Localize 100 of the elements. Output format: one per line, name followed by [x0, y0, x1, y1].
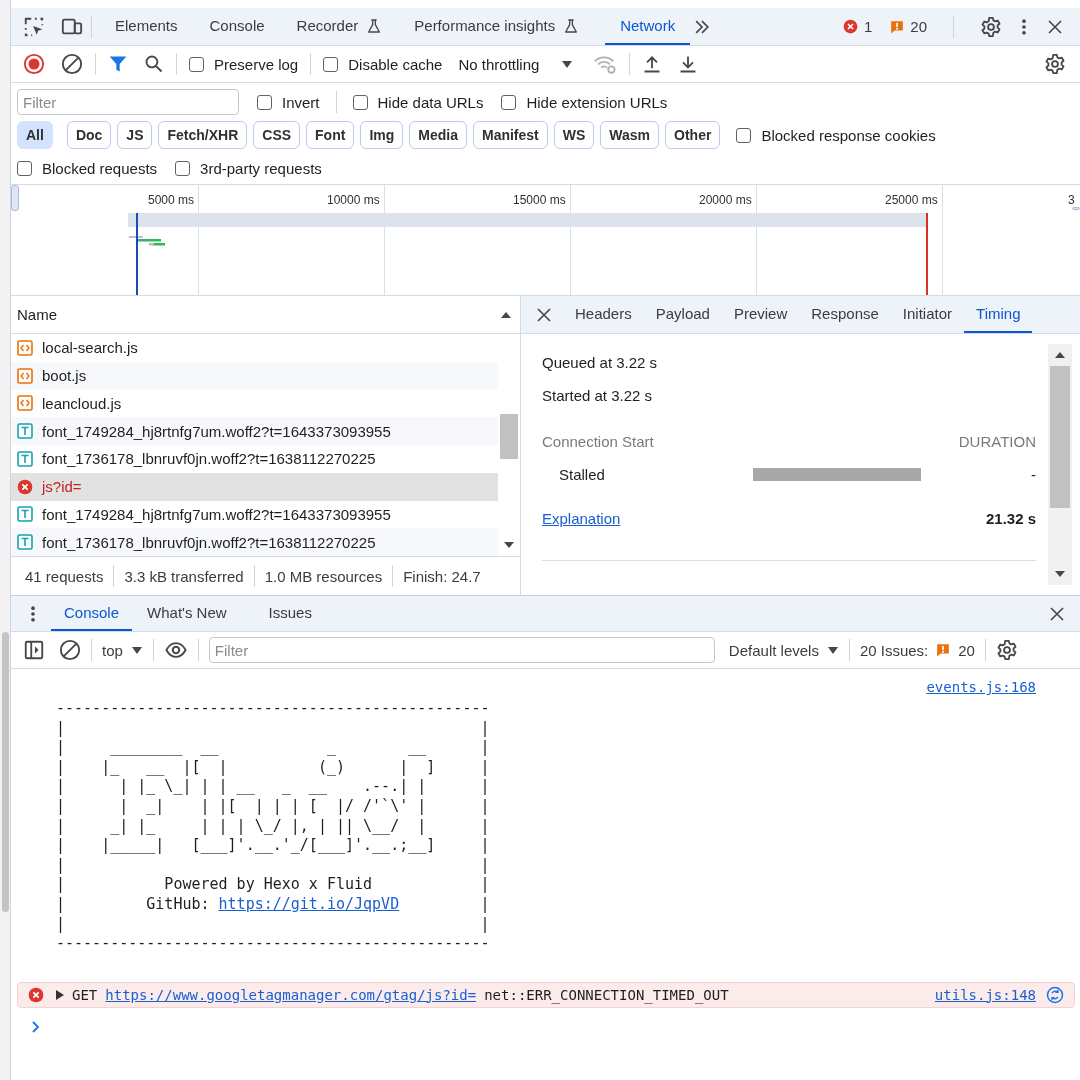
scroll-up-arrow[interactable]	[1054, 350, 1066, 360]
inspect-icon[interactable]	[23, 15, 45, 38]
request-name[interactable]: font_1749284_hj8rtnfg7um.woff2?t=1643373093955	[42, 505, 391, 523]
checkbox[interactable]	[501, 94, 517, 110]
clear-icon[interactable]	[59, 639, 81, 661]
drawer-tab[interactable]: Console	[51, 596, 133, 631]
detail-tab[interactable]: Response	[799, 296, 891, 333]
scroll-down-arrow[interactable]	[1054, 569, 1066, 579]
type-filter-chip[interactable]: Wasm	[600, 121, 660, 149]
prompt-chevron-icon[interactable]	[31, 1019, 41, 1034]
type-filter-chip[interactable]: Fetch/XHR	[158, 121, 248, 149]
checkbox[interactable]	[323, 56, 339, 72]
scrollbar-thumb[interactable]	[500, 414, 518, 459]
panel-tab[interactable]: Performance insights	[399, 8, 604, 45]
type-filter-chip[interactable]: JS	[117, 121, 153, 149]
scrollbar[interactable]	[1048, 344, 1072, 585]
close-icon[interactable]	[1048, 604, 1066, 623]
request-name[interactable]: js?id=	[42, 478, 82, 496]
settings-icon[interactable]	[980, 15, 1002, 38]
request-url-link[interactable]: https://www.googletagmanager.com/gtag/js?id=	[105, 986, 477, 1003]
summary-text: Finish: 24.7	[403, 567, 481, 585]
scroll-down-arrow[interactable]	[503, 540, 515, 550]
close-icon[interactable]	[1046, 17, 1064, 36]
more-options-icon[interactable]	[1020, 16, 1028, 37]
checkbox[interactable]	[736, 127, 752, 143]
close-icon[interactable]	[535, 305, 553, 324]
throttling-dropdown[interactable]: No throttling	[458, 55, 574, 73]
expand-triangle-icon[interactable]	[55, 989, 64, 1000]
drawer-tab[interactable]: Issues	[255, 596, 325, 631]
eye-icon[interactable]	[163, 639, 188, 661]
column-header[interactable]: Name	[17, 306, 57, 323]
range-handle[interactable]	[1072, 207, 1080, 210]
upload-icon[interactable]	[642, 54, 663, 74]
panel-tab[interactable]: Recorder	[281, 8, 398, 45]
detail-tab[interactable]: Timing	[964, 296, 1033, 333]
detail-tab[interactable]: Initiator	[890, 296, 965, 333]
log-levels-dropdown[interactable]: Default levels	[728, 641, 839, 659]
checkbox-label[interactable]: Blocked response cookies	[761, 126, 936, 144]
type-filter-chip[interactable]: Font	[306, 121, 355, 149]
context-dropdown[interactable]: top	[102, 641, 143, 659]
download-icon[interactable]	[678, 54, 699, 74]
request-row[interactable]: font_1749284_hj8rtnfg7um.woff2?t=1643373093955	[11, 417, 498, 445]
checkbox-label[interactable]: Hide data URLs	[377, 93, 484, 111]
source-link[interactable]: utils.js:148	[934, 986, 1036, 1003]
explanation-link[interactable]: Explanation	[542, 509, 621, 527]
detail-tab[interactable]: Payload	[643, 296, 722, 333]
filter-input[interactable]: Filter	[17, 89, 239, 115]
checkbox[interactable]	[175, 160, 191, 176]
filter-icon[interactable]	[108, 54, 128, 74]
github-link[interactable]: https://git.io/JqpVD	[218, 894, 400, 913]
drawer-menu-icon[interactable]	[29, 603, 37, 624]
panel-tab[interactable]: Network	[605, 8, 691, 45]
type-filter-chip[interactable]: All	[17, 121, 53, 149]
type-filter-chip[interactable]: Doc	[66, 121, 112, 149]
request-name[interactable]: leancloud.js	[42, 394, 122, 412]
clear-icon[interactable]	[61, 53, 83, 75]
filter-input[interactable]: Filter	[208, 637, 715, 663]
drawer-tab[interactable]: What's New	[134, 596, 240, 631]
range-handle[interactable]	[11, 185, 19, 211]
scrollbar-thumb[interactable]	[1, 632, 9, 912]
error-count-button[interactable]: 1	[842, 18, 873, 35]
checkbox-label[interactable]: Preserve log	[214, 55, 299, 73]
type-filter-chip[interactable]: Other	[665, 121, 721, 149]
detail-tab[interactable]: Headers	[563, 296, 644, 333]
sidebar-icon[interactable]	[23, 639, 45, 661]
request-name[interactable]: local-search.js	[42, 339, 138, 357]
checkbox[interactable]	[352, 94, 368, 110]
checkbox[interactable]	[17, 160, 32, 176]
type-filter-chip[interactable]: CSS	[253, 121, 301, 149]
request-name[interactable]: font_1749284_hj8rtnfg7um.woff2?t=1643373093955	[42, 422, 391, 440]
checkbox-label[interactable]: 3rd-party requests	[200, 159, 322, 177]
checkbox[interactable]	[257, 94, 272, 110]
source-link[interactable]: events.js:168	[926, 679, 1036, 699]
checkbox-label[interactable]: Blocked requests	[42, 159, 158, 177]
network-settings-icon[interactable]	[1044, 53, 1066, 75]
warning-count-button[interactable]: 20	[890, 18, 927, 35]
request-name[interactable]: font_1736178_lbnruvf0jn.woff2?t=1638112270225	[42, 450, 376, 468]
request-name[interactable]: font_1736178_lbnruvf0jn.woff2?t=1638112270225	[42, 533, 376, 551]
type-filter-chip[interactable]: WS	[553, 121, 595, 149]
request-row[interactable]: js?id=	[11, 472, 498, 501]
panel-tab[interactable]: Elements	[100, 8, 193, 45]
stop-recording-icon[interactable]	[23, 53, 45, 75]
type-filter-chip[interactable]: Img	[360, 121, 404, 149]
request-name[interactable]: boot.js	[42, 367, 87, 385]
search-icon[interactable]	[144, 54, 164, 74]
caret-icon	[826, 644, 839, 656]
panel-tab[interactable]: Console	[194, 8, 280, 45]
scrollbar-thumb[interactable]	[1050, 366, 1070, 508]
request-row[interactable]: boot.js	[11, 361, 498, 390]
checkbox-label[interactable]: Invert	[282, 93, 320, 111]
issues-button[interactable]: 20 Issues: 20	[859, 641, 975, 659]
checkbox[interactable]	[189, 56, 204, 72]
type-filter-chip[interactable]: Media	[409, 121, 467, 149]
checkbox-label[interactable]: Disable cache	[348, 55, 443, 73]
checkbox-label[interactable]: Hide extension URLs	[526, 93, 668, 111]
type-filter-chip[interactable]: Manifest	[472, 121, 548, 149]
detail-tab[interactable]: Preview	[721, 296, 800, 333]
section-heading: Connection Start	[542, 433, 654, 450]
request-row[interactable]: font_1736178_lbnruvf0jn.woff2?t=1638112270225	[11, 528, 498, 556]
console-settings-icon[interactable]	[995, 639, 1018, 661]
